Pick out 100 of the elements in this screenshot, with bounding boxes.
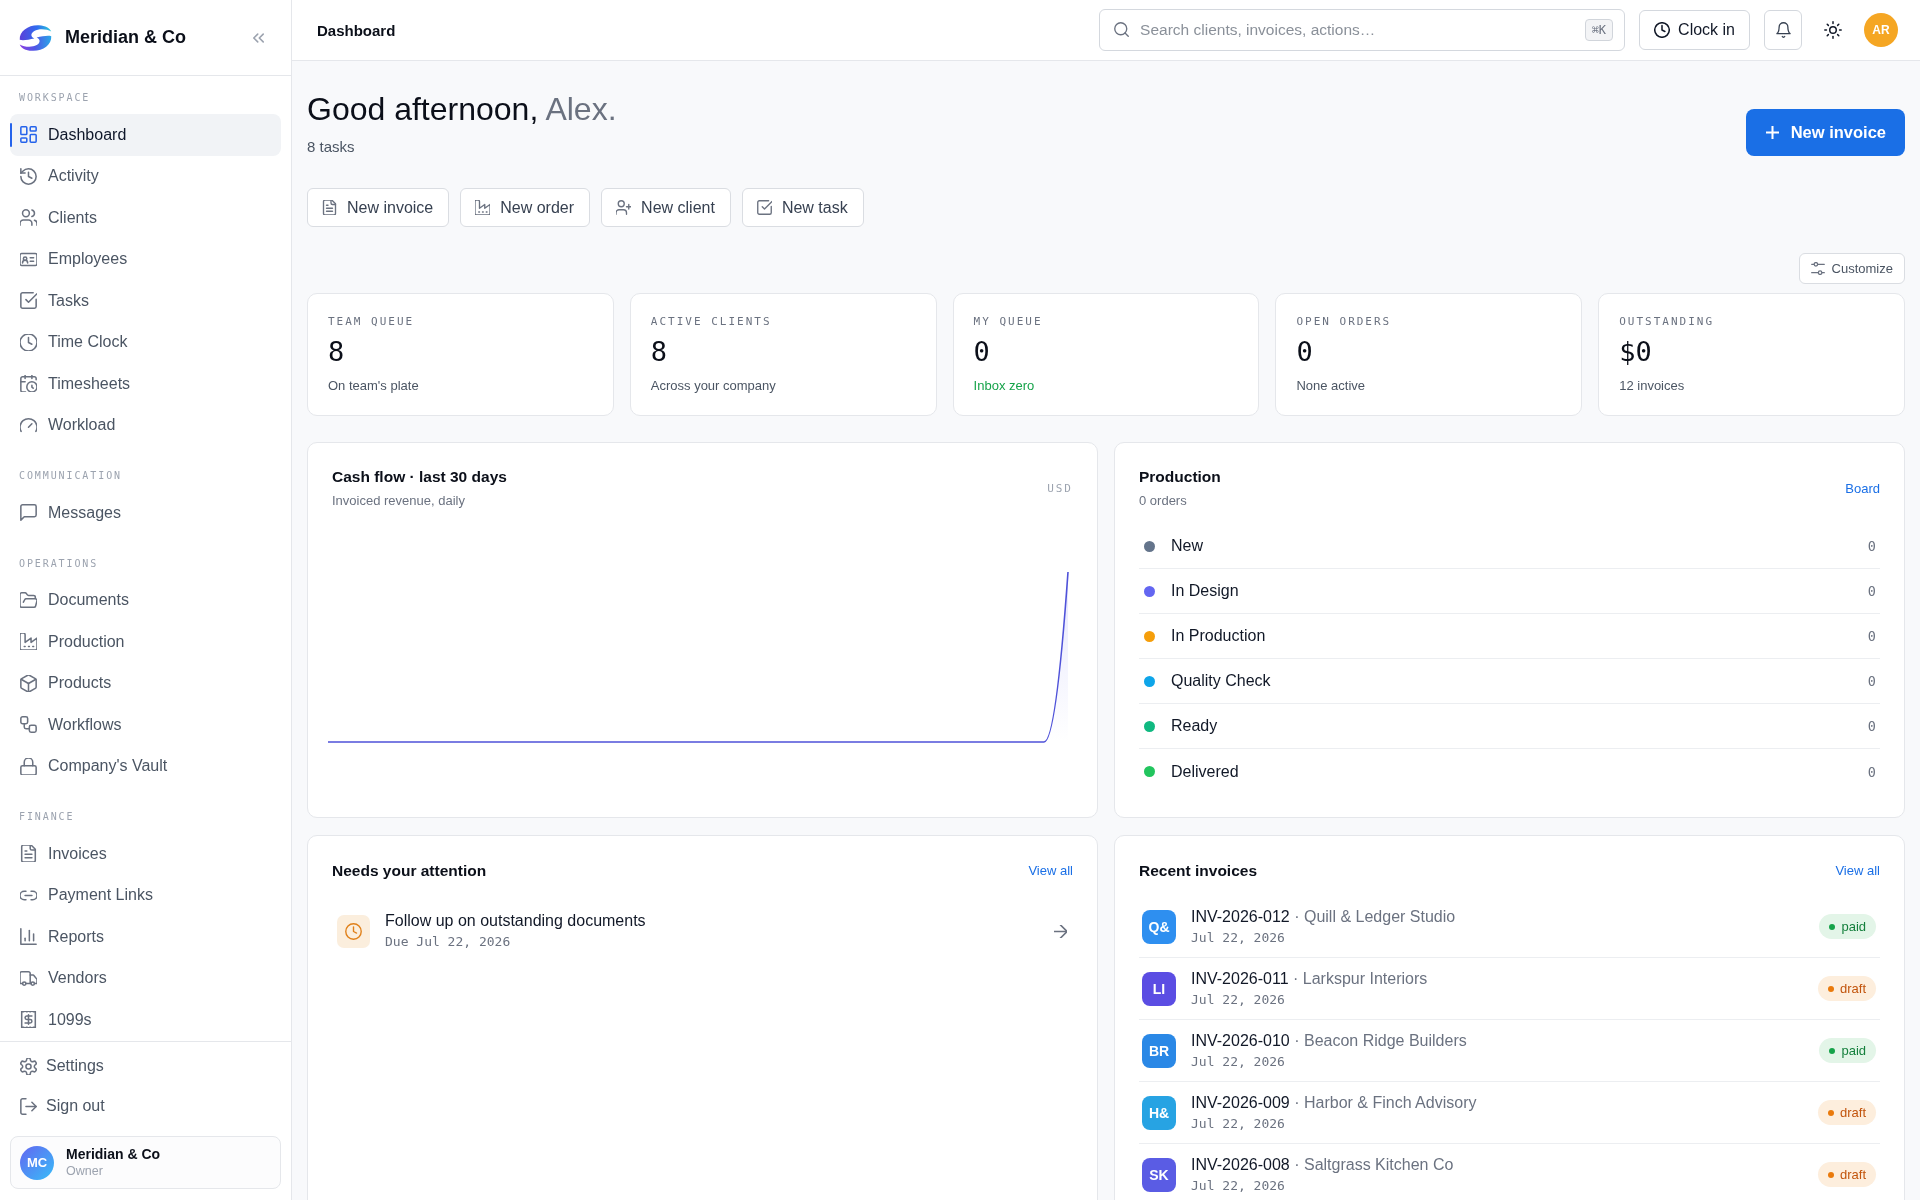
- new-invoice-button[interactable]: New invoice: [1745, 109, 1905, 156]
- arrow-right-icon[interactable]: [1054, 924, 1067, 938]
- sidebar-item[interactable]: Workflows: [10, 704, 281, 746]
- sidebar-item[interactable]: Clients: [10, 197, 281, 239]
- stat-note: On team's plate: [328, 377, 420, 395]
- sidebar-item[interactable]: Messages: [10, 492, 281, 534]
- truck-icon: [20, 969, 37, 987]
- stage-count: 0: [1867, 538, 1876, 554]
- sidebar-item[interactable]: Production: [10, 621, 281, 663]
- currency-label: USD: [1047, 482, 1073, 496]
- section-label: FINANCE: [18, 810, 76, 824]
- quick-action-button[interactable]: New invoice: [307, 188, 450, 227]
- section-label: WORKSPACE: [18, 91, 92, 105]
- sidebar-item[interactable]: Tasks: [10, 280, 281, 322]
- sidebar-item[interactable]: Activity: [10, 155, 281, 197]
- stage-name: Quality Check: [1171, 672, 1271, 690]
- invoice-date: Jul 22, 2026: [1191, 990, 1286, 1009]
- clock-in-button[interactable]: Clock in: [1639, 10, 1750, 50]
- view-all-link[interactable]: View all: [1835, 863, 1880, 879]
- sidebar-item[interactable]: Settings: [10, 1046, 281, 1086]
- keyboard-shortcut: ⌘K: [1584, 19, 1614, 41]
- quick-action-button[interactable]: New order: [460, 188, 591, 227]
- clock-icon: [337, 914, 370, 948]
- sidebar-item[interactable]: Workload: [10, 404, 281, 446]
- calendar-clock-icon: [20, 375, 37, 393]
- stage-name: Ready: [1171, 717, 1218, 735]
- stage-count: 0: [1867, 673, 1876, 689]
- account-role: Owner: [66, 1163, 104, 1179]
- client-avatar: H&: [1142, 1095, 1176, 1130]
- stat-value: 8: [650, 336, 669, 368]
- sidebar-item[interactable]: Dashboard: [10, 114, 281, 156]
- sidebar-item[interactable]: Time Clock: [10, 321, 281, 363]
- stage-count: 0: [1867, 583, 1876, 599]
- stat-label: TEAM QUEUE: [328, 314, 416, 330]
- card-subtitle: Invoiced revenue, daily: [332, 492, 466, 510]
- stat-label: OPEN ORDERS: [1296, 314, 1393, 330]
- card-title: Production: [1139, 467, 1221, 487]
- status-text: paid: [1841, 919, 1866, 934]
- sidebar-item[interactable]: Sign out: [10, 1086, 281, 1126]
- account-card[interactable]: MC Meridian & Co Owner: [10, 1136, 281, 1189]
- document-icon: [322, 200, 337, 215]
- bell-icon: [1775, 22, 1791, 38]
- sidebar-item[interactable]: Employees: [10, 238, 281, 280]
- invoice-title[interactable]: INV-2026-011 · Larkspur Interiors: [1191, 968, 1428, 989]
- lock-icon: [20, 757, 37, 775]
- client-avatar: SK: [1142, 1157, 1176, 1192]
- card-title: Needs your attention: [332, 861, 487, 881]
- customize-button[interactable]: Customize: [1798, 253, 1905, 284]
- stage-count: 0: [1867, 763, 1876, 780]
- client-avatar: LI: [1142, 971, 1176, 1006]
- checkbox-icon: [20, 292, 37, 310]
- sidebar-item[interactable]: Vendors: [10, 957, 281, 999]
- notifications-button[interactable]: [1764, 10, 1802, 50]
- task-count: 8 tasks: [307, 137, 356, 156]
- bar-chart-icon: [20, 928, 37, 946]
- invoice-date: Jul 22, 2026: [1191, 1114, 1286, 1133]
- status-text: paid: [1841, 1043, 1866, 1058]
- invoice-date: Jul 22, 2026: [1191, 1176, 1286, 1195]
- factory-icon: [475, 200, 491, 215]
- status-dot-icon: [1829, 923, 1836, 930]
- search-icon: [1114, 22, 1130, 37]
- invoice-title[interactable]: INV-2026-009 · Harbor & Finch Advisory: [1191, 1092, 1477, 1113]
- invoice-title[interactable]: INV-2026-008 · Saltgrass Kitchen Co: [1191, 1154, 1454, 1175]
- document-icon: [20, 845, 37, 863]
- account-avatar: MC: [20, 1145, 54, 1180]
- status-dot-icon: [1828, 985, 1834, 992]
- stat-label: OUTSTANDING: [1619, 314, 1716, 330]
- board-link[interactable]: Board: [1845, 481, 1880, 497]
- section-label: COMMUNICATION: [18, 469, 123, 483]
- plus-icon: [1765, 126, 1779, 139]
- invoice-title[interactable]: INV-2026-010 · Beacon Ridge Builders: [1191, 1030, 1467, 1051]
- sidebar-item[interactable]: Company's Vault: [10, 745, 281, 787]
- account-name: Meridian & Co: [66, 1146, 161, 1163]
- sun-icon[interactable]: [1824, 21, 1842, 39]
- stage-name: Delivered: [1171, 762, 1239, 781]
- invoice-title[interactable]: INV-2026-012 · Quill & Ledger Studio: [1191, 906, 1456, 927]
- receipt-icon: [20, 1011, 37, 1029]
- stat-value: 8: [328, 336, 346, 368]
- sidebar-item[interactable]: 1099s: [10, 999, 281, 1041]
- stat-note: Across your company: [650, 377, 777, 395]
- stat-label: MY QUEUE: [973, 314, 1044, 330]
- quick-action-button[interactable]: New client: [601, 188, 731, 227]
- sidebar-item[interactable]: Documents: [10, 579, 281, 621]
- status-dot-icon: [1829, 1047, 1836, 1054]
- sidebar-item[interactable]: Products: [10, 662, 281, 704]
- brand-name: Meridian & Co: [65, 27, 186, 48]
- logo-icon: [19, 23, 52, 52]
- stat-value: 0: [973, 336, 991, 368]
- sidebar-item[interactable]: Payment Links: [10, 874, 281, 916]
- status-text: draft: [1840, 981, 1866, 996]
- client-avatar: BR: [1142, 1033, 1176, 1068]
- sidebar-item[interactable]: Invoices: [10, 833, 281, 875]
- sidebar-item[interactable]: Timesheets: [10, 363, 281, 405]
- stage-count: 0: [1867, 718, 1876, 734]
- quick-action-button[interactable]: New task: [741, 188, 864, 227]
- view-all-link[interactable]: View all: [1028, 863, 1073, 879]
- status-text: draft: [1840, 1167, 1866, 1182]
- sidebar-item[interactable]: Reports: [10, 916, 281, 958]
- task-title[interactable]: Follow up on outstanding documents: [385, 911, 646, 931]
- greeting-heading: Good afternoon, Alex.: [307, 90, 617, 129]
